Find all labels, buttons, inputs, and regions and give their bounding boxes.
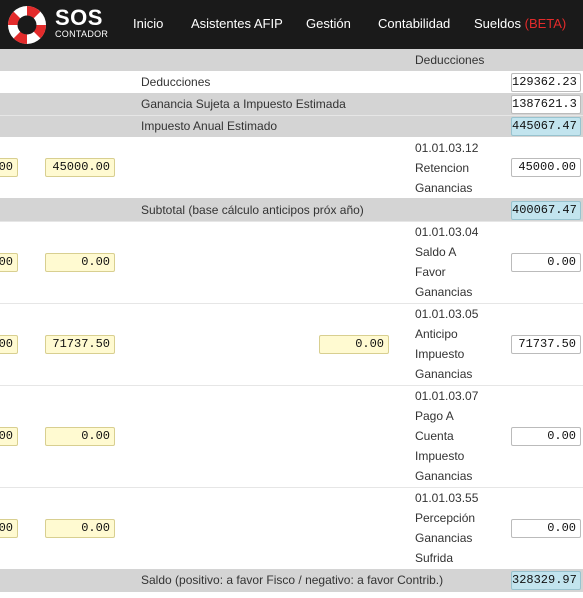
pago-cuenta-col2-input[interactable]: 0.00 — [45, 427, 115, 446]
account-name: Saldo A — [415, 245, 457, 259]
saldo-favor-col1-input[interactable]: 00 — [0, 253, 18, 272]
nav-item-gestion[interactable]: Gestión — [306, 17, 351, 31]
account-name: Ganancias — [415, 181, 473, 195]
percepcion-col1-input[interactable]: 00 — [0, 519, 18, 538]
table-header-row: Deducciones — [0, 49, 583, 71]
saldo-favor-value[interactable]: 0.00 — [511, 253, 581, 272]
row-ganancia-sujeta: Ganancia Sujeta a Impuesto Estimada 1387… — [0, 93, 583, 115]
column-header-deducciones: Deducciones — [415, 53, 485, 67]
retencion-value[interactable]: 45000.00 — [511, 158, 581, 177]
row-saldo-a-favor: 00 0.00 01.01.03.04 Saldo A Favor Gananc… — [0, 221, 583, 303]
account-code: 01.01.03.04 — [415, 225, 479, 239]
row-percepcion: 00 0.00 01.01.03.55 Percepción Ganancias… — [0, 487, 583, 569]
deducciones-value[interactable]: 129362.23 — [511, 73, 581, 92]
row-label: Deducciones — [141, 75, 211, 89]
saldo-value: 328329.97 — [511, 571, 581, 590]
row-subtotal: Subtotal (base cálculo anticipos próx añ… — [0, 198, 583, 221]
retencion-col2-input[interactable]: 45000.00 — [45, 158, 115, 177]
brand-logo[interactable]: SOS CONTADOR — [55, 5, 109, 40]
account-name: Sufrida — [415, 551, 454, 565]
account-name: Ganancias — [415, 469, 473, 483]
row-label: Saldo (positivo: a favor Fisco / negativ… — [141, 573, 444, 587]
nav-item-asistentes-afip[interactable]: Asistentes AFIP — [191, 17, 283, 31]
anticipo-col3-input[interactable]: 0.00 — [319, 335, 389, 354]
nav-item-contabilidad[interactable]: Contabilidad — [378, 17, 450, 31]
account-name: Impuesto — [415, 347, 465, 361]
retencion-col1-input[interactable]: 00 — [0, 158, 18, 177]
anticipo-col1-input[interactable]: 00 — [0, 335, 18, 354]
row-pago-a-cuenta: 00 0.00 01.01.03.07 Pago A Cuenta Impues… — [0, 385, 583, 487]
pago-cuenta-col1-input[interactable]: 00 — [0, 427, 18, 446]
anticipo-value[interactable]: 71737.50 — [511, 335, 581, 354]
ganancia-sujeta-value[interactable]: 1387621.3 — [511, 95, 581, 114]
account-name: Anticipo — [415, 327, 458, 341]
brand-title: SOS — [55, 5, 103, 30]
account-name: Impuesto — [415, 449, 465, 463]
nav-item-inicio[interactable]: Inicio — [133, 17, 163, 31]
row-saldo: Saldo (positivo: a favor Fisco / negativ… — [0, 569, 583, 592]
account-code: 01.01.03.05 — [415, 307, 479, 321]
percepcion-col2-input[interactable]: 0.00 — [45, 519, 115, 538]
impuesto-anual-value: 445067.47 — [511, 117, 581, 136]
account-code: 01.01.03.07 — [415, 389, 479, 403]
account-name: Cuenta — [415, 429, 454, 443]
pago-cuenta-value[interactable]: 0.00 — [511, 427, 581, 446]
account-name: Percepción — [415, 511, 476, 525]
row-label: Impuesto Anual Estimado — [141, 119, 278, 133]
lifebuoy-icon[interactable] — [6, 4, 48, 46]
subtotal-value: 400067.47 — [511, 201, 581, 220]
account-name: Ganancias — [415, 285, 473, 299]
account-code: 01.01.03.55 — [415, 491, 479, 505]
account-code: 01.01.03.12 — [415, 141, 479, 155]
top-navbar: SOS CONTADOR Inicio Asistentes AFIP Gest… — [0, 0, 583, 49]
row-deducciones: Deducciones 129362.23 — [0, 71, 583, 93]
row-label: Subtotal (base cálculo anticipos próx añ… — [141, 203, 364, 217]
beta-badge: (BETA) — [524, 16, 567, 31]
account-name: Favor — [415, 265, 446, 279]
account-name: Pago A — [415, 409, 454, 423]
row-label: Ganancia Sujeta a Impuesto Estimada — [141, 97, 346, 111]
saldo-favor-col2-input[interactable]: 0.00 — [45, 253, 115, 272]
nav-item-sueldos-label: Sueldos — [474, 16, 521, 31]
brand-subtitle: CONTADOR — [55, 29, 109, 39]
row-anticipo: 00 71737.50 0.00 01.01.03.05 Anticipo Im… — [0, 303, 583, 385]
anticipo-col2-input[interactable]: 71737.50 — [45, 335, 115, 354]
nav-item-sueldos[interactable]: Sueldos (BETA) — [474, 17, 566, 31]
row-retencion: 00 45000.00 01.01.03.12 Retencion Gananc… — [0, 137, 583, 198]
row-impuesto-anual: Impuesto Anual Estimado 445067.47 — [0, 115, 583, 137]
account-name: Ganancias — [415, 367, 473, 381]
percepcion-value[interactable]: 0.00 — [511, 519, 581, 538]
account-name: Ganancias — [415, 531, 473, 545]
account-name: Retencion — [415, 161, 470, 175]
